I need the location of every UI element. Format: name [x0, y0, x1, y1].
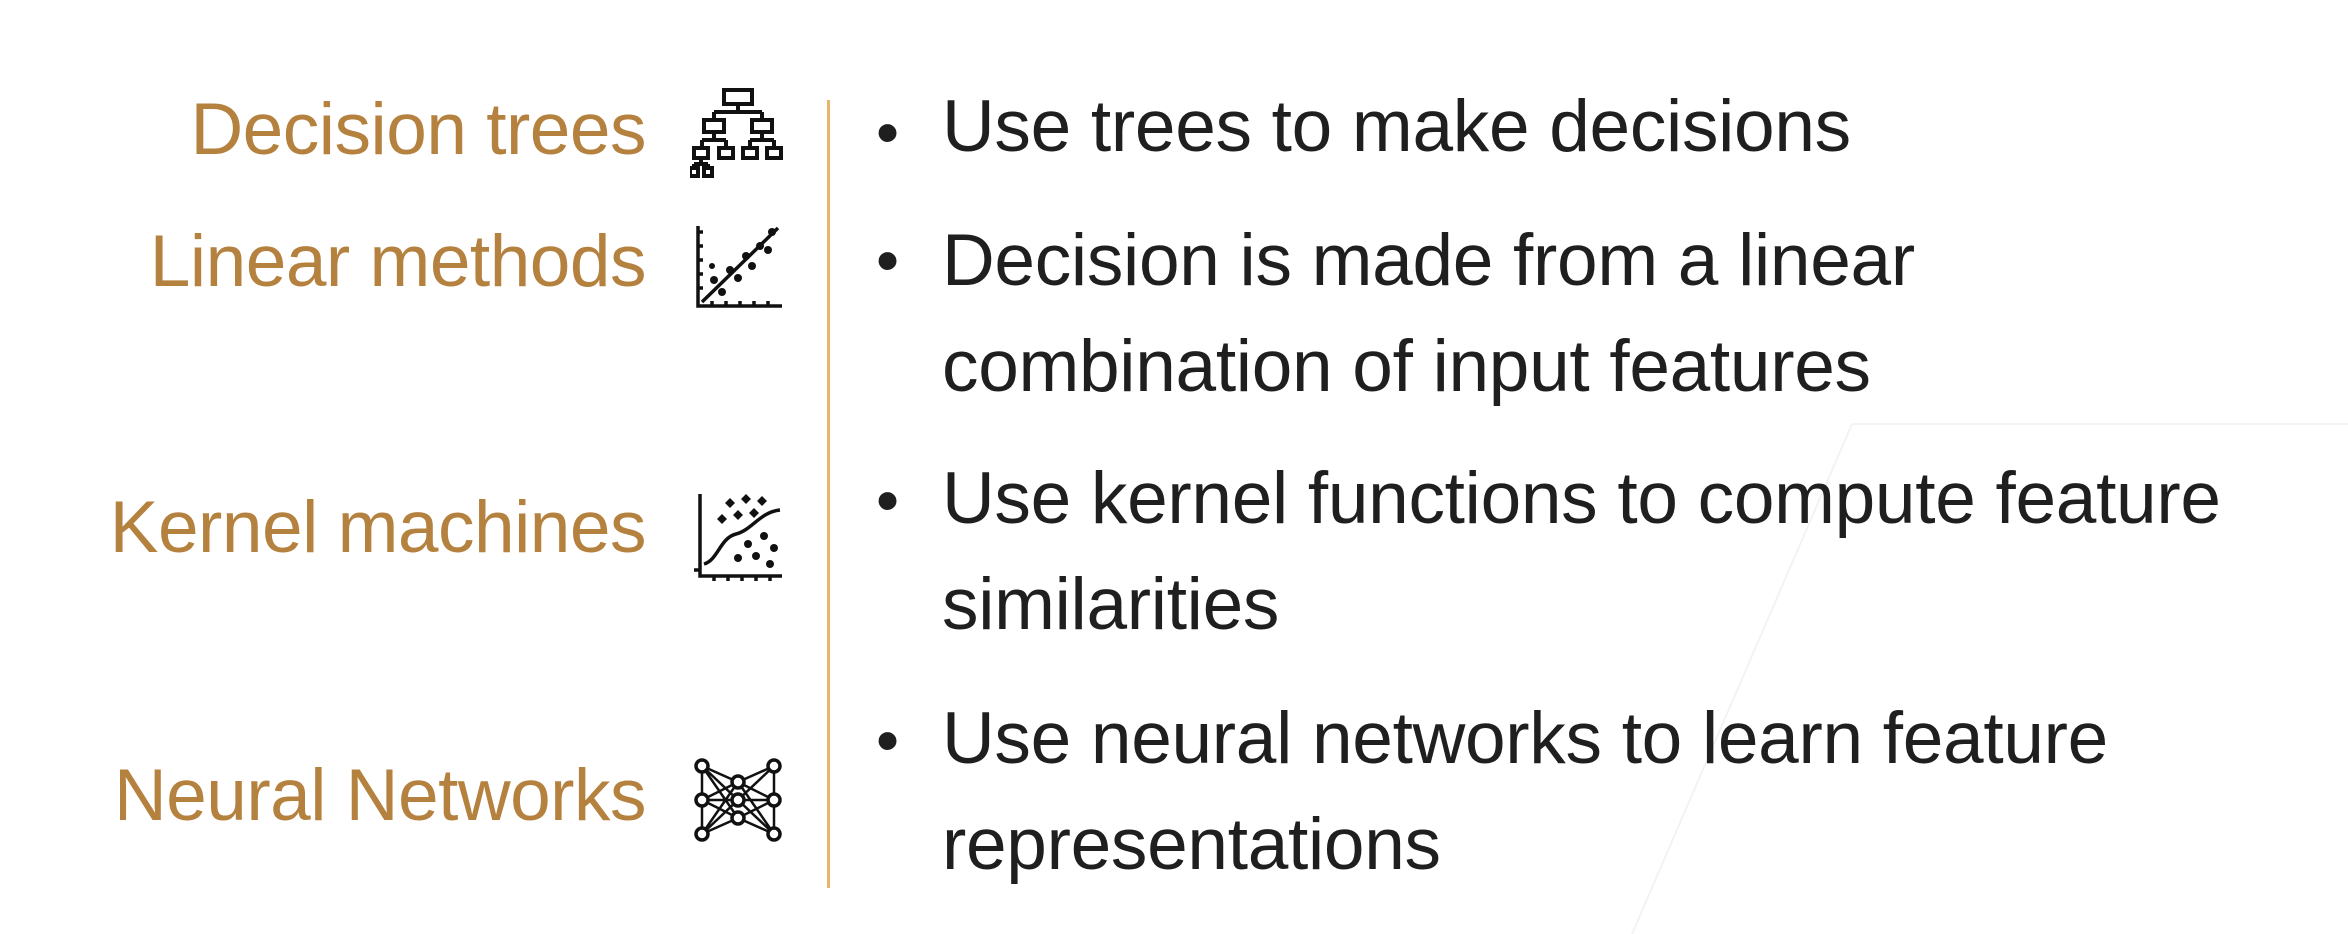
term-linear-methods: Linear methods [149, 221, 647, 302]
description-decision-trees: Use trees to make decisions [942, 86, 1851, 167]
decision-tree-icon [690, 88, 783, 178]
description-neural-networks: Use neural networks to learn feature rep… [942, 698, 2108, 885]
description-linear-methods: Decision is made from a linear combinati… [942, 220, 1915, 407]
kernel-scatter-icon [694, 494, 782, 581]
term-neural-networks: Neural Networks [113, 755, 647, 836]
linear-regression-icon [696, 226, 782, 308]
bullet-4: • [876, 703, 900, 777]
term-decision-trees: Decision trees [190, 89, 646, 170]
term-kernel-machines: Kernel machines [109, 487, 647, 568]
bullet-1: • [876, 95, 900, 169]
bullet-3: • [876, 463, 900, 537]
description-kernel-machines: Use kernel functions to compute feature … [942, 458, 2221, 645]
vertical-divider [827, 100, 830, 888]
bullet-2: • [876, 223, 900, 297]
slide: Decision trees Linear methods Kernel mac… [0, 0, 2348, 934]
neural-network-icon [694, 758, 782, 842]
